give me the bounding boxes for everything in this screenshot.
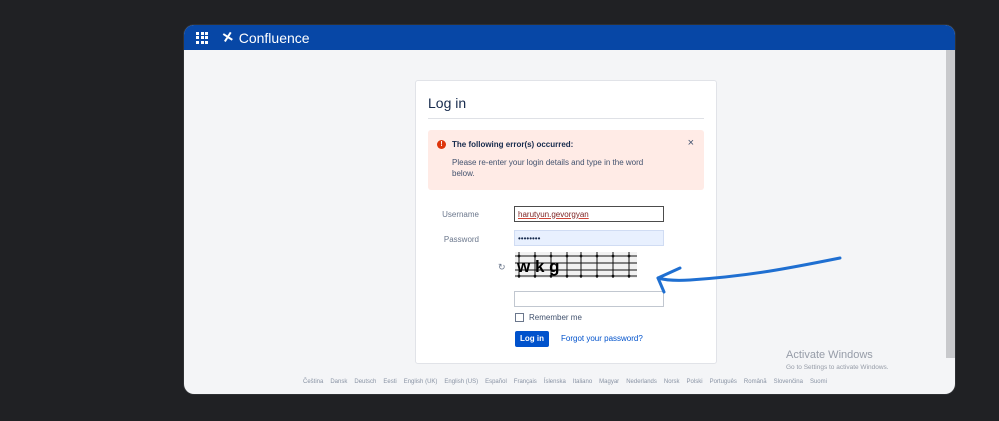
- language-link[interactable]: Dansk: [330, 379, 347, 385]
- language-link[interactable]: Español: [485, 379, 507, 385]
- captcha-image: w k g: [515, 252, 637, 278]
- remember-me[interactable]: Remember me: [515, 313, 582, 322]
- language-link[interactable]: Italiano: [573, 379, 592, 385]
- error-message: Please re-enter your login details and t…: [452, 158, 644, 178]
- captcha-text: w k g: [516, 257, 560, 276]
- app-name[interactable]: Confluence: [239, 30, 310, 46]
- remember-me-label: Remember me: [529, 313, 582, 322]
- password-label: Password: [443, 235, 479, 244]
- language-link[interactable]: Norsk: [664, 379, 680, 385]
- browser-window: ✕ Confluence Log in ! The following erro…: [184, 25, 955, 394]
- activate-windows-watermark: Activate Windows Go to Settings to activ…: [786, 349, 889, 371]
- language-link[interactable]: Suomi: [810, 379, 827, 385]
- language-link[interactable]: Eesti: [383, 379, 396, 385]
- language-footer: Čeština Dansk Deutsch Eesti English (UK)…: [184, 379, 946, 385]
- error-icon: !: [437, 140, 446, 149]
- watermark-subtitle: Go to Settings to activate Windows.: [786, 364, 889, 371]
- language-link[interactable]: Română: [744, 379, 767, 385]
- language-link[interactable]: Slovenčina: [774, 379, 803, 385]
- annotation-arrow: [656, 256, 842, 294]
- username-label: Username: [442, 210, 479, 219]
- refresh-captcha-icon[interactable]: ↻: [498, 262, 506, 273]
- forgot-password-link[interactable]: Forgot your password?: [561, 334, 643, 343]
- language-link[interactable]: Polski: [687, 379, 703, 385]
- error-title: The following error(s) occurred:: [452, 140, 574, 149]
- top-navigation-bar: ✕ Confluence: [184, 25, 955, 50]
- language-link[interactable]: Français: [514, 379, 537, 385]
- watermark-title: Activate Windows: [786, 349, 873, 361]
- language-link[interactable]: English (UK): [404, 379, 438, 385]
- app-switcher-icon[interactable]: [196, 31, 208, 44]
- language-link[interactable]: Português: [710, 379, 737, 385]
- confluence-logo-icon[interactable]: ✕: [220, 28, 235, 47]
- language-link[interactable]: Čeština: [303, 379, 323, 385]
- username-input[interactable]: [514, 206, 664, 222]
- password-input[interactable]: [514, 230, 664, 246]
- error-message-box: ! The following error(s) occurred: Pleas…: [428, 130, 704, 190]
- language-link[interactable]: Íslenska: [544, 379, 566, 385]
- remember-me-checkbox[interactable]: [515, 313, 524, 322]
- login-title: Log in: [428, 95, 467, 111]
- language-link[interactable]: Nederlands: [626, 379, 657, 385]
- language-link[interactable]: Deutsch: [354, 379, 376, 385]
- scrollbar[interactable]: [946, 50, 955, 358]
- divider: [428, 118, 704, 119]
- language-link[interactable]: English (US): [444, 379, 478, 385]
- close-icon[interactable]: ×: [688, 137, 694, 149]
- language-link[interactable]: Magyar: [599, 379, 619, 385]
- login-button[interactable]: Log in: [515, 331, 549, 347]
